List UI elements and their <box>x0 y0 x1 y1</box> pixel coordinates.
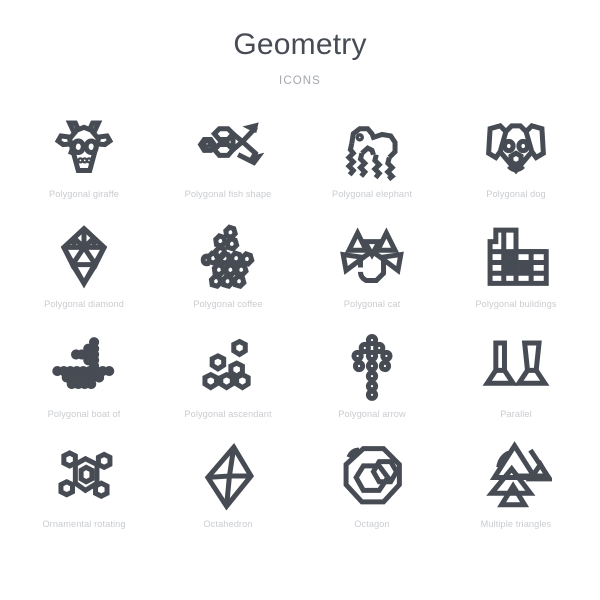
icon-label: Polygonal cat <box>343 299 401 309</box>
polygonal-cat-icon <box>330 219 414 293</box>
icon-cell-octagon[interactable]: Octagon <box>300 439 444 549</box>
icon-cell-multiple-triangles[interactable]: Multiple triangles <box>444 439 588 549</box>
icon-cell-polygonal-arrow[interactable]: Polygonal arrow <box>300 329 444 439</box>
polygonal-elephant-icon <box>330 109 414 183</box>
icon-label: Polygonal diamond <box>44 299 124 309</box>
icon-label: Polygonal boat of <box>47 409 121 419</box>
icon-label: Polygonal dog <box>486 189 546 199</box>
icon-cell-ornamental-rotating[interactable]: Ornamental rotating <box>12 439 156 549</box>
icon-cell-polygonal-diamond[interactable]: Polygonal diamond <box>12 219 156 329</box>
icon-label: Polygonal giraffe <box>49 189 119 199</box>
icon-label: Octahedron <box>203 519 253 529</box>
multiple-triangles-icon <box>474 439 558 513</box>
polygonal-buildings-icon <box>474 219 558 293</box>
icon-cell-parallel[interactable]: Parallel <box>444 329 588 439</box>
polygonal-ascendant-icon <box>186 329 270 403</box>
icon-sheet: geometry icons Poly <box>0 0 600 600</box>
icon-label: Octagon <box>354 519 390 529</box>
polygonal-arrow-icon <box>330 329 414 403</box>
icon-cell-polygonal-elephant[interactable]: Polygonal elephant <box>300 109 444 219</box>
ornamental-rotating-icon <box>42 439 126 513</box>
polygonal-boat-icon <box>42 329 126 403</box>
header: geometry icons <box>0 0 600 87</box>
icon-cell-polygonal-ascendant[interactable]: Polygonal ascendant <box>156 329 300 439</box>
icon-cell-octahedron[interactable]: Octahedron <box>156 439 300 549</box>
icon-cell-polygonal-dog[interactable]: Polygonal dog <box>444 109 588 219</box>
icon-label: Polygonal coffee <box>193 299 263 309</box>
icon-label: Ornamental rotating <box>42 519 126 529</box>
octahedron-icon <box>186 439 270 513</box>
icon-label: Polygonal fish shape <box>184 189 272 199</box>
icon-label: Polygonal buildings <box>475 299 557 309</box>
icon-cell-polygonal-cat[interactable]: Polygonal cat <box>300 219 444 329</box>
icon-cell-polygonal-fish-shape[interactable]: Polygonal fish shape <box>156 109 300 219</box>
polygonal-coffee-icon <box>186 219 270 293</box>
polygonal-giraffe-icon <box>42 109 126 183</box>
icon-label: Polygonal arrow <box>338 409 406 419</box>
page-subtitle: icons <box>279 75 321 87</box>
page-title: geometry <box>233 28 367 61</box>
icon-cell-polygonal-buildings[interactable]: Polygonal buildings <box>444 219 588 329</box>
icon-grid: Polygonal giraffe Polygonal fish shape P… <box>0 109 600 549</box>
icon-label: Multiple triangles <box>480 519 552 529</box>
octagon-icon <box>330 439 414 513</box>
parallel-icon <box>474 329 558 403</box>
icon-cell-polygonal-coffee[interactable]: Polygonal coffee <box>156 219 300 329</box>
polygonal-dog-icon <box>474 109 558 183</box>
icon-label: Parallel <box>500 409 532 419</box>
polygonal-fish-shape-icon <box>186 109 270 183</box>
polygonal-diamond-icon <box>42 219 126 293</box>
icon-cell-polygonal-boat[interactable]: Polygonal boat of <box>12 329 156 439</box>
icon-label: Polygonal elephant <box>332 189 412 199</box>
icon-cell-polygonal-giraffe[interactable]: Polygonal giraffe <box>12 109 156 219</box>
icon-label: Polygonal ascendant <box>184 409 272 419</box>
